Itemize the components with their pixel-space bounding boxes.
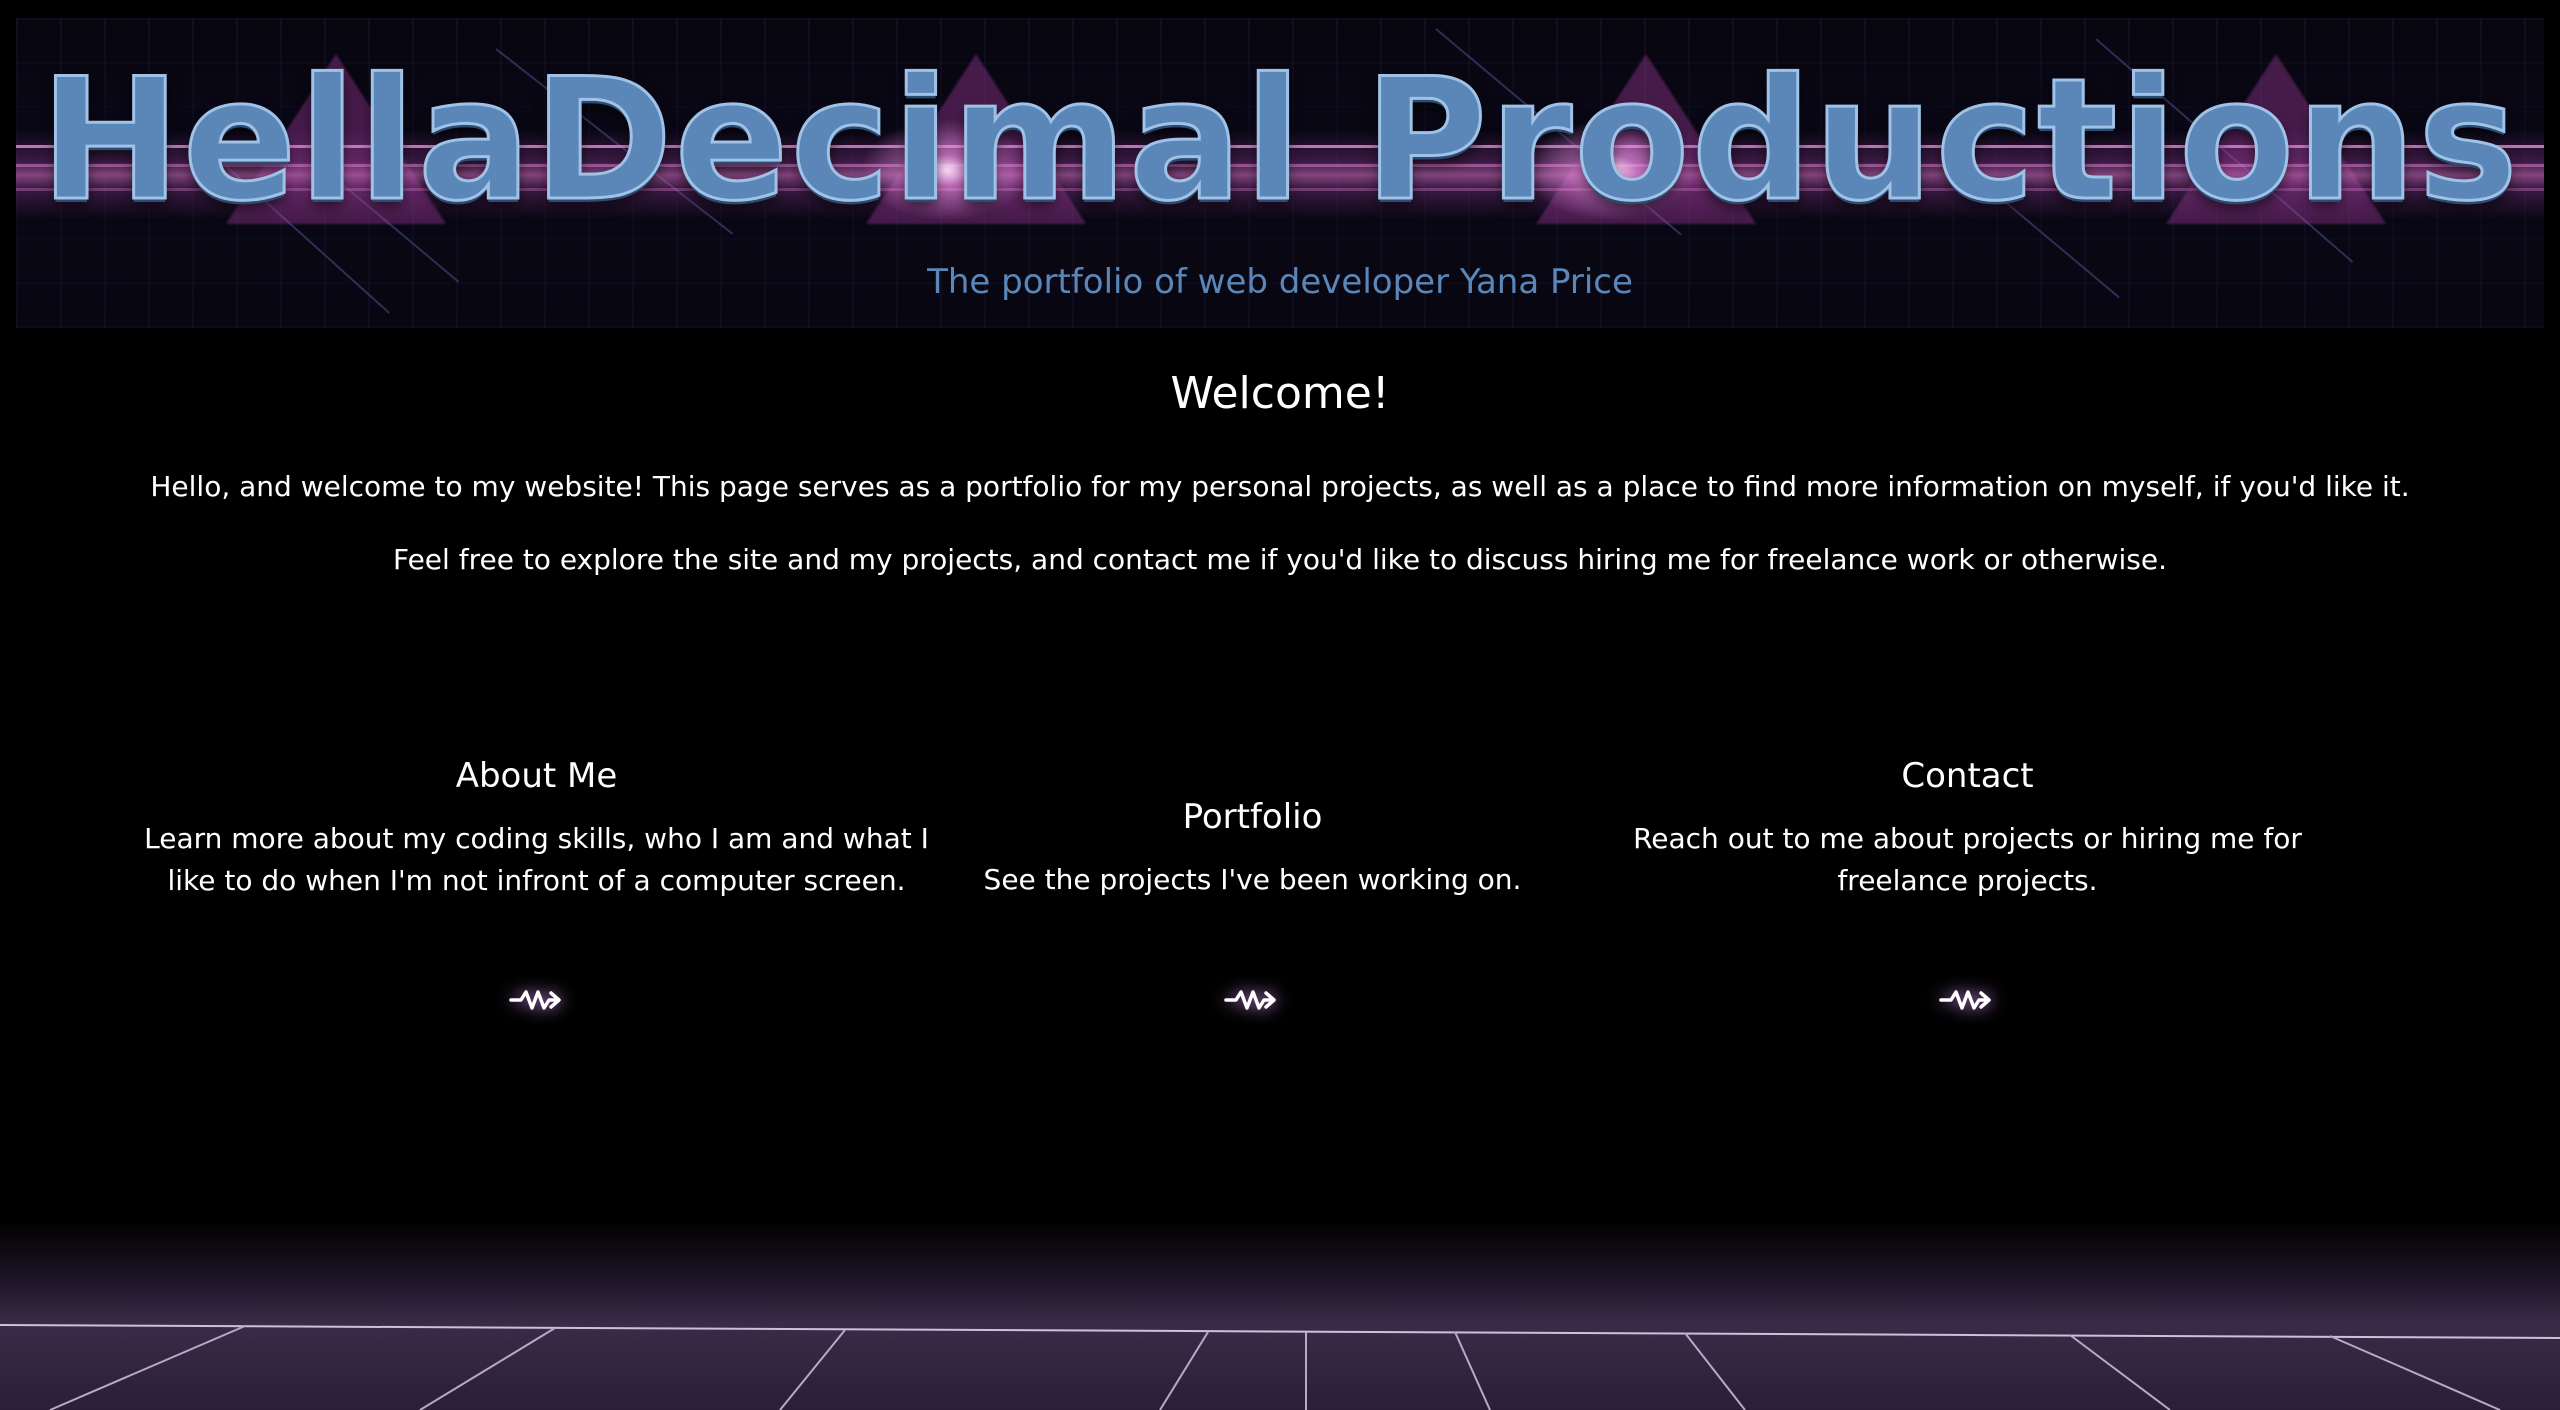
site-tagline: The portfolio of web developer Yana Pric… [927,262,1633,302]
portfolio-description: See the projects I've been working on. [983,863,1522,896]
portfolio-title: Portfolio [1182,797,1323,837]
contact-link-arrow-icon[interactable] [1937,983,1997,1017]
contact-title: Contact [1901,756,2034,796]
page: HellaDecimal Productions The portfolio o… [0,0,2560,1410]
welcome-heading: Welcome! [1170,368,1390,419]
neon-grid-floor [0,1220,2560,1410]
about-me-section: About Me Learn more about my coding skil… [120,756,953,902]
contact-description: Reach out to me about projects or hiring… [1633,822,2302,897]
about-me-link-arrow-icon[interactable] [507,983,567,1017]
about-me-description: Learn more about my coding skills, who I… [144,822,929,897]
welcome-paragraph-2: Feel free to explore the site and my pro… [393,543,2167,576]
site-title: HellaDecimal Productions [39,42,2520,238]
welcome-paragraph-1: Hello, and welcome to my website! This p… [150,470,2410,503]
contact-section: Contact Reach out to me about projects o… [1565,756,2370,902]
portfolio-link-arrow-icon[interactable] [1222,983,1282,1017]
portfolio-section: Portfolio See the projects I've been wor… [980,797,1525,901]
about-me-title: About Me [455,756,618,796]
